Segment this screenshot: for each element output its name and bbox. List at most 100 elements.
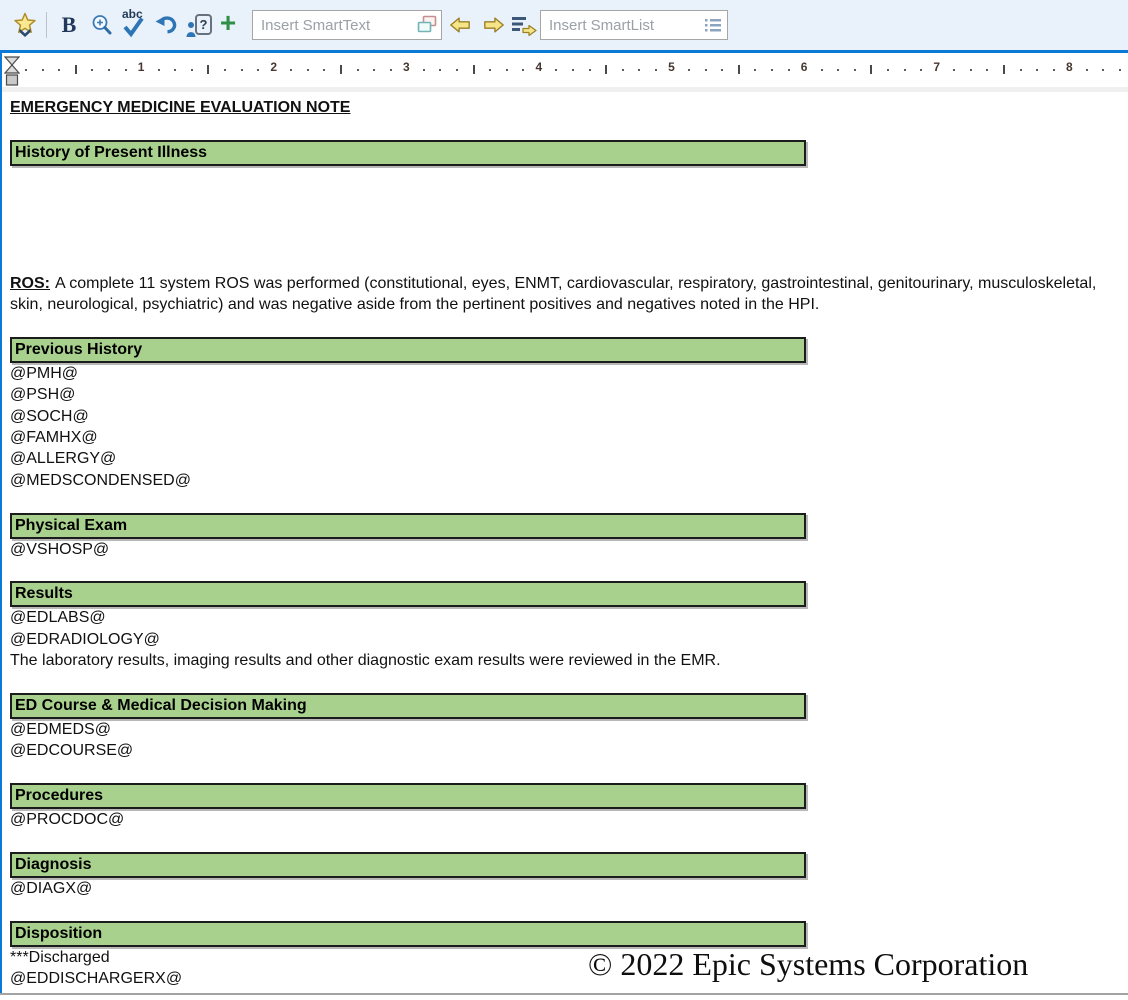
ruler-tick [920, 69, 922, 71]
document-editor[interactable]: EMERGENCY MEDICINE EVALUATION NOTE Histo… [2, 92, 1128, 993]
smartlist-list-icon[interactable] [703, 15, 723, 35]
ruler-tick [572, 69, 574, 71]
smartlist-combo [540, 10, 728, 40]
ruler-tick [1119, 69, 1121, 71]
smarttext-input[interactable] [252, 10, 442, 40]
list-arrow-icon [510, 15, 537, 36]
ruler-tick [224, 69, 226, 71]
token-famhx: @FAMHX@ [10, 427, 1128, 448]
magnifier-zoom-icon [90, 13, 114, 37]
ruler-tick [439, 69, 441, 71]
favorite-star-icon [12, 12, 40, 38]
ruler-tick [638, 69, 640, 71]
ruler-number: 1 [138, 60, 145, 74]
insert-list-button[interactable] [508, 0, 538, 50]
chief-complaint-line: Chief Complaint:@EDCC@ [10, 187, 1128, 208]
ruler-tick [390, 69, 392, 71]
ruler-tick [91, 69, 93, 71]
ruler-tick [257, 69, 259, 71]
ruler-tick [622, 69, 624, 71]
add-button[interactable]: + [214, 0, 242, 50]
ruler-tick [555, 69, 557, 71]
ruler-tick [1036, 69, 1038, 71]
bold-label: B [62, 12, 77, 38]
ruler-tick [986, 69, 988, 71]
ruler-tick [705, 69, 707, 71]
ruler-tick [423, 69, 425, 71]
ruler-indent-marker[interactable] [4, 56, 20, 86]
hpi-line: HPI:@NAME@ is a @AGE@ @SEX@ *** [10, 230, 1128, 251]
previous-button[interactable] [446, 0, 474, 50]
section-header-diagnosis: Diagnosis [10, 852, 806, 878]
section-header-procedures: Procedures [10, 783, 806, 809]
ruler: 12345678 [2, 53, 1128, 87]
disposition-discharged-line: ***Discharged [10, 947, 1128, 968]
ruler-tick [25, 69, 27, 71]
favorites-button[interactable] [10, 0, 42, 50]
section-header-disposition: Disposition [10, 921, 806, 947]
ruler-tick [854, 69, 856, 71]
ruler-tick [323, 69, 325, 71]
ruler-tick [307, 69, 309, 71]
ruler-half-tick [207, 65, 209, 74]
section-header-results: Results [10, 581, 806, 607]
ruler-number: 5 [668, 60, 675, 74]
spellcheck-button[interactable]: abc [119, 0, 151, 50]
results-review-sentence: The laboratory results, imaging results … [10, 650, 1128, 671]
token-edlabs: @EDLABS@ [10, 607, 1128, 628]
toolbar: B abc ? + [0, 0, 1128, 50]
zoom-button[interactable] [88, 0, 116, 50]
ruler-tick [821, 69, 823, 71]
help-button[interactable]: ? [184, 0, 214, 50]
ruler-tick [108, 69, 110, 71]
ruler-tick [290, 69, 292, 71]
token-pmh: @PMH@ [10, 363, 1128, 384]
next-button[interactable] [480, 0, 508, 50]
ruler-number: 3 [403, 60, 410, 74]
section-header-physical-exam: Physical Exam [10, 513, 806, 539]
smarttext-windows-icon[interactable] [417, 15, 437, 35]
ruler-tick [125, 69, 127, 71]
editor-bottom-border [0, 993, 1128, 995]
token-procdoc: @PROCDOC@ [10, 809, 1128, 830]
ruler-tick [1086, 69, 1088, 71]
ruler-tick [788, 69, 790, 71]
arrow-left-icon [449, 16, 471, 34]
ruler-number: 7 [933, 60, 940, 74]
token-diagx: @DIAGX@ [10, 878, 1128, 899]
ruler-half-tick [340, 65, 342, 74]
ruler-tick [489, 69, 491, 71]
ruler-tick [1020, 69, 1022, 71]
token-eddischargerx: @EDDISCHARGERX@ [10, 968, 1128, 989]
check-icon [122, 17, 148, 39]
ruler-tick [42, 69, 44, 71]
section-header-previous-history: Previous History [10, 337, 806, 363]
bold-button[interactable]: B [56, 0, 82, 50]
note-title: EMERGENCY MEDICINE EVALUATION NOTE [10, 97, 1128, 118]
section-header-history-of-present-illness: History of Present Illness [10, 140, 806, 166]
token-edcourse: @EDCOURSE@ [10, 740, 1128, 761]
token-medscondensed: @MEDSCONDENSED@ [10, 470, 1128, 491]
ruler-tick [357, 69, 359, 71]
undo-button[interactable] [152, 0, 182, 50]
ruler-half-tick [870, 65, 872, 74]
ruler-tick [688, 69, 690, 71]
ruler-tick [1053, 69, 1055, 71]
ruler-half-tick [605, 65, 607, 74]
token-allergy: @ALLERGY@ [10, 448, 1128, 469]
token-edradiology: @EDRADIOLOGY@ [10, 629, 1128, 650]
ros-text: A complete 11 system ROS was performed (… [10, 275, 1096, 313]
ruler-tick [887, 69, 889, 71]
spellcheck-icon: abc [120, 9, 150, 41]
ros-paragraph: ROS:A complete 11 system ROS was perform… [10, 273, 1122, 316]
person-icon [186, 21, 196, 37]
ruler-tick [953, 69, 955, 71]
smarttext-combo [252, 10, 442, 40]
ruler-tick [837, 69, 839, 71]
ruler-number: 6 [801, 60, 808, 74]
ruler-number: 8 [1066, 60, 1073, 74]
person-question-icon: ? [186, 13, 212, 37]
smartlist-input[interactable] [540, 10, 728, 40]
undo-icon [155, 14, 179, 36]
ruler-tick [655, 69, 657, 71]
